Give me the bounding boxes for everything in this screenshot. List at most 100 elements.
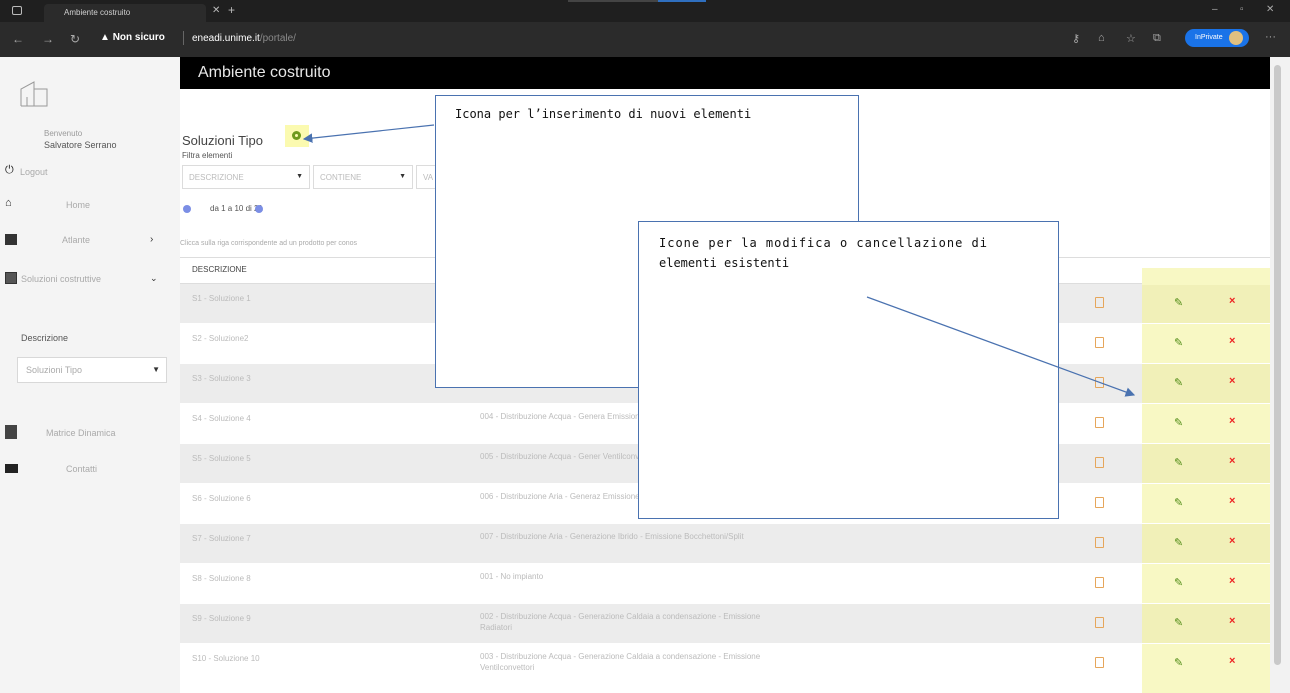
security-warning[interactable]: ▲ Non sicuro xyxy=(100,32,165,43)
add-icon[interactable] xyxy=(292,131,301,140)
document-icon[interactable] xyxy=(1095,617,1104,628)
sidebar-item-atlante[interactable]: Atlante › xyxy=(0,231,180,251)
minimize-icon[interactable]: – xyxy=(1212,4,1218,15)
sidebar-item-label: Atlante xyxy=(62,235,91,245)
key-icon[interactable]: ⚷ xyxy=(1072,32,1080,45)
url-field[interactable]: eneadi.unime.it/portale/ xyxy=(192,33,296,44)
browser-address-bar: ← → ↻ ▲ Non sicuro eneadi.unime.it/porta… xyxy=(0,22,1290,57)
filter-field-select[interactable]: DESCRIZIONE ▼ xyxy=(182,165,310,189)
actions-column-highlight xyxy=(1142,364,1270,403)
delete-x-icon[interactable]: × xyxy=(1229,495,1235,507)
edit-pencil-icon[interactable]: ✎ xyxy=(1174,456,1183,469)
reload-icon[interactable]: ↻ xyxy=(70,32,80,46)
back-icon[interactable]: ← xyxy=(12,32,24,46)
row-description: 007 - Distribuzione Aria - Generazione I… xyxy=(480,532,744,541)
page-header: Ambiente costruito xyxy=(180,57,1270,89)
logo-icon xyxy=(20,81,48,107)
window-strip-accent xyxy=(658,0,706,2)
row-name: S6 - Soluzione 6 xyxy=(192,494,251,503)
solution-type-select[interactable]: Soluzioni Tipo ▼ xyxy=(17,357,167,383)
row-description: 003 - Distribuzione Acqua - Generazione … xyxy=(480,652,761,672)
pager-prev-button[interactable] xyxy=(183,205,191,213)
inprivate-label: InPrivate xyxy=(1195,34,1223,41)
tab-actions-icon[interactable] xyxy=(12,6,22,15)
document-icon[interactable] xyxy=(1095,657,1104,668)
edit-pencil-icon[interactable]: ✎ xyxy=(1174,376,1183,389)
building-icon xyxy=(5,272,17,284)
row-name: S9 - Soluzione 9 xyxy=(192,614,251,623)
actions-column-highlight xyxy=(1142,444,1270,483)
actions-column-highlight xyxy=(1142,404,1270,443)
browser-tab-strip: Ambiente costruito ✕ + – ▫ ✕ xyxy=(0,0,1290,22)
actions-column-highlight xyxy=(1142,284,1270,323)
delete-x-icon[interactable]: × xyxy=(1229,535,1235,547)
edit-pencil-icon[interactable]: ✎ xyxy=(1174,616,1183,629)
edit-pencil-icon[interactable]: ✎ xyxy=(1174,536,1183,549)
row-name: S8 - Soluzione 8 xyxy=(192,574,251,583)
row-description: 002 - Distribuzione Acqua - Generazione … xyxy=(480,612,761,632)
sidebar-item-contatti[interactable]: Contatti xyxy=(0,460,180,480)
edit-pencil-icon[interactable]: ✎ xyxy=(1174,296,1183,309)
delete-x-icon[interactable]: × xyxy=(1229,375,1235,387)
collections-icon[interactable]: ⧉ xyxy=(1153,32,1161,45)
sidebar-item-matrice-dinamica[interactable]: Matrice Dinamica xyxy=(0,424,180,444)
delete-x-icon[interactable]: × xyxy=(1229,575,1235,587)
document-icon[interactable] xyxy=(1095,297,1104,308)
read-aloud-icon[interactable]: ⌂ xyxy=(1098,32,1105,44)
calculator-icon xyxy=(5,425,17,439)
document-icon[interactable] xyxy=(1095,377,1104,388)
url-host: eneadi.unime.it xyxy=(192,33,260,44)
edit-pencil-icon[interactable]: ✎ xyxy=(1174,576,1183,589)
table-row[interactable]: S10 - Soluzione 10 003 - Distribuzione Ac… xyxy=(180,644,1270,683)
more-menu-icon[interactable]: ··· xyxy=(1265,31,1276,43)
delete-x-icon[interactable]: × xyxy=(1229,655,1235,667)
new-tab-icon[interactable]: + xyxy=(228,3,235,17)
profile-avatar xyxy=(1229,31,1243,45)
row-name: S3 - Soluzione 3 xyxy=(192,374,251,383)
browser-tab[interactable]: Ambiente costruito xyxy=(44,4,206,22)
filter-operator-select[interactable]: CONTIENE ▼ xyxy=(313,165,413,189)
document-icon[interactable] xyxy=(1095,337,1104,348)
sidebar-item-logout[interactable]: ⏻ Logout xyxy=(0,163,180,183)
sidebar-item-soluzioni-costruttive[interactable]: Soluzioni costruttive ⌄ xyxy=(0,270,180,290)
sidebar-item-home[interactable]: ⌂ Home xyxy=(0,196,180,216)
row-name: S2 - Soluzione2 xyxy=(192,334,249,343)
delete-x-icon[interactable]: × xyxy=(1229,295,1235,307)
inprivate-badge[interactable]: InPrivate xyxy=(1185,29,1249,47)
edit-pencil-icon[interactable]: ✎ xyxy=(1174,496,1183,509)
document-icon[interactable] xyxy=(1095,497,1104,508)
power-icon: ⏻ xyxy=(5,164,14,176)
table-row[interactable]: S9 - Soluzione 9 002 - Distribuzione Acqu… xyxy=(180,604,1270,643)
maximize-icon[interactable]: ▫ xyxy=(1240,4,1244,15)
delete-x-icon[interactable]: × xyxy=(1229,415,1235,427)
edit-pencil-icon[interactable]: ✎ xyxy=(1174,336,1183,349)
delete-x-icon[interactable]: × xyxy=(1229,335,1235,347)
favorite-star-icon[interactable]: ☆ xyxy=(1126,32,1136,45)
edit-pencil-icon[interactable]: ✎ xyxy=(1174,416,1183,429)
filter-field-value: DESCRIZIONE xyxy=(189,173,244,182)
sidebar-item-label: Contatti xyxy=(66,464,98,474)
close-window-icon[interactable]: ✕ xyxy=(1266,4,1274,15)
scrollbar-thumb[interactable] xyxy=(1274,65,1281,665)
delete-x-icon[interactable]: × xyxy=(1229,455,1235,467)
table-row[interactable]: S8 - Soluzione 8 001 - No impianto ✎ × xyxy=(180,564,1270,603)
document-icon[interactable] xyxy=(1095,577,1104,588)
window-strip xyxy=(568,0,658,2)
row-name: S10 - Soluzione 10 xyxy=(192,654,260,663)
document-icon[interactable] xyxy=(1095,417,1104,428)
solution-type-value: Soluzioni Tipo xyxy=(26,365,83,375)
row-name: S7 - Soluzione 7 xyxy=(192,534,251,543)
section-title: Soluzioni Tipo xyxy=(182,133,263,148)
column-header-description: DESCRIZIONE xyxy=(192,265,247,274)
document-icon[interactable] xyxy=(1095,537,1104,548)
table-hint: Clicca sulla riga corrispondente ad un p… xyxy=(180,240,358,247)
table-row[interactable]: S7 - Soluzione 7 007 - Distribuzione Aria… xyxy=(180,524,1270,563)
actions-column-highlight xyxy=(1142,675,1270,693)
document-icon[interactable] xyxy=(1095,457,1104,468)
delete-x-icon[interactable]: × xyxy=(1229,615,1235,627)
pager-next-button[interactable] xyxy=(255,205,263,213)
welcome-text: Benvenuto xyxy=(44,129,83,138)
forward-icon[interactable]: → xyxy=(42,32,54,46)
tab-close-icon[interactable]: ✕ xyxy=(212,5,220,16)
edit-pencil-icon[interactable]: ✎ xyxy=(1174,656,1183,669)
